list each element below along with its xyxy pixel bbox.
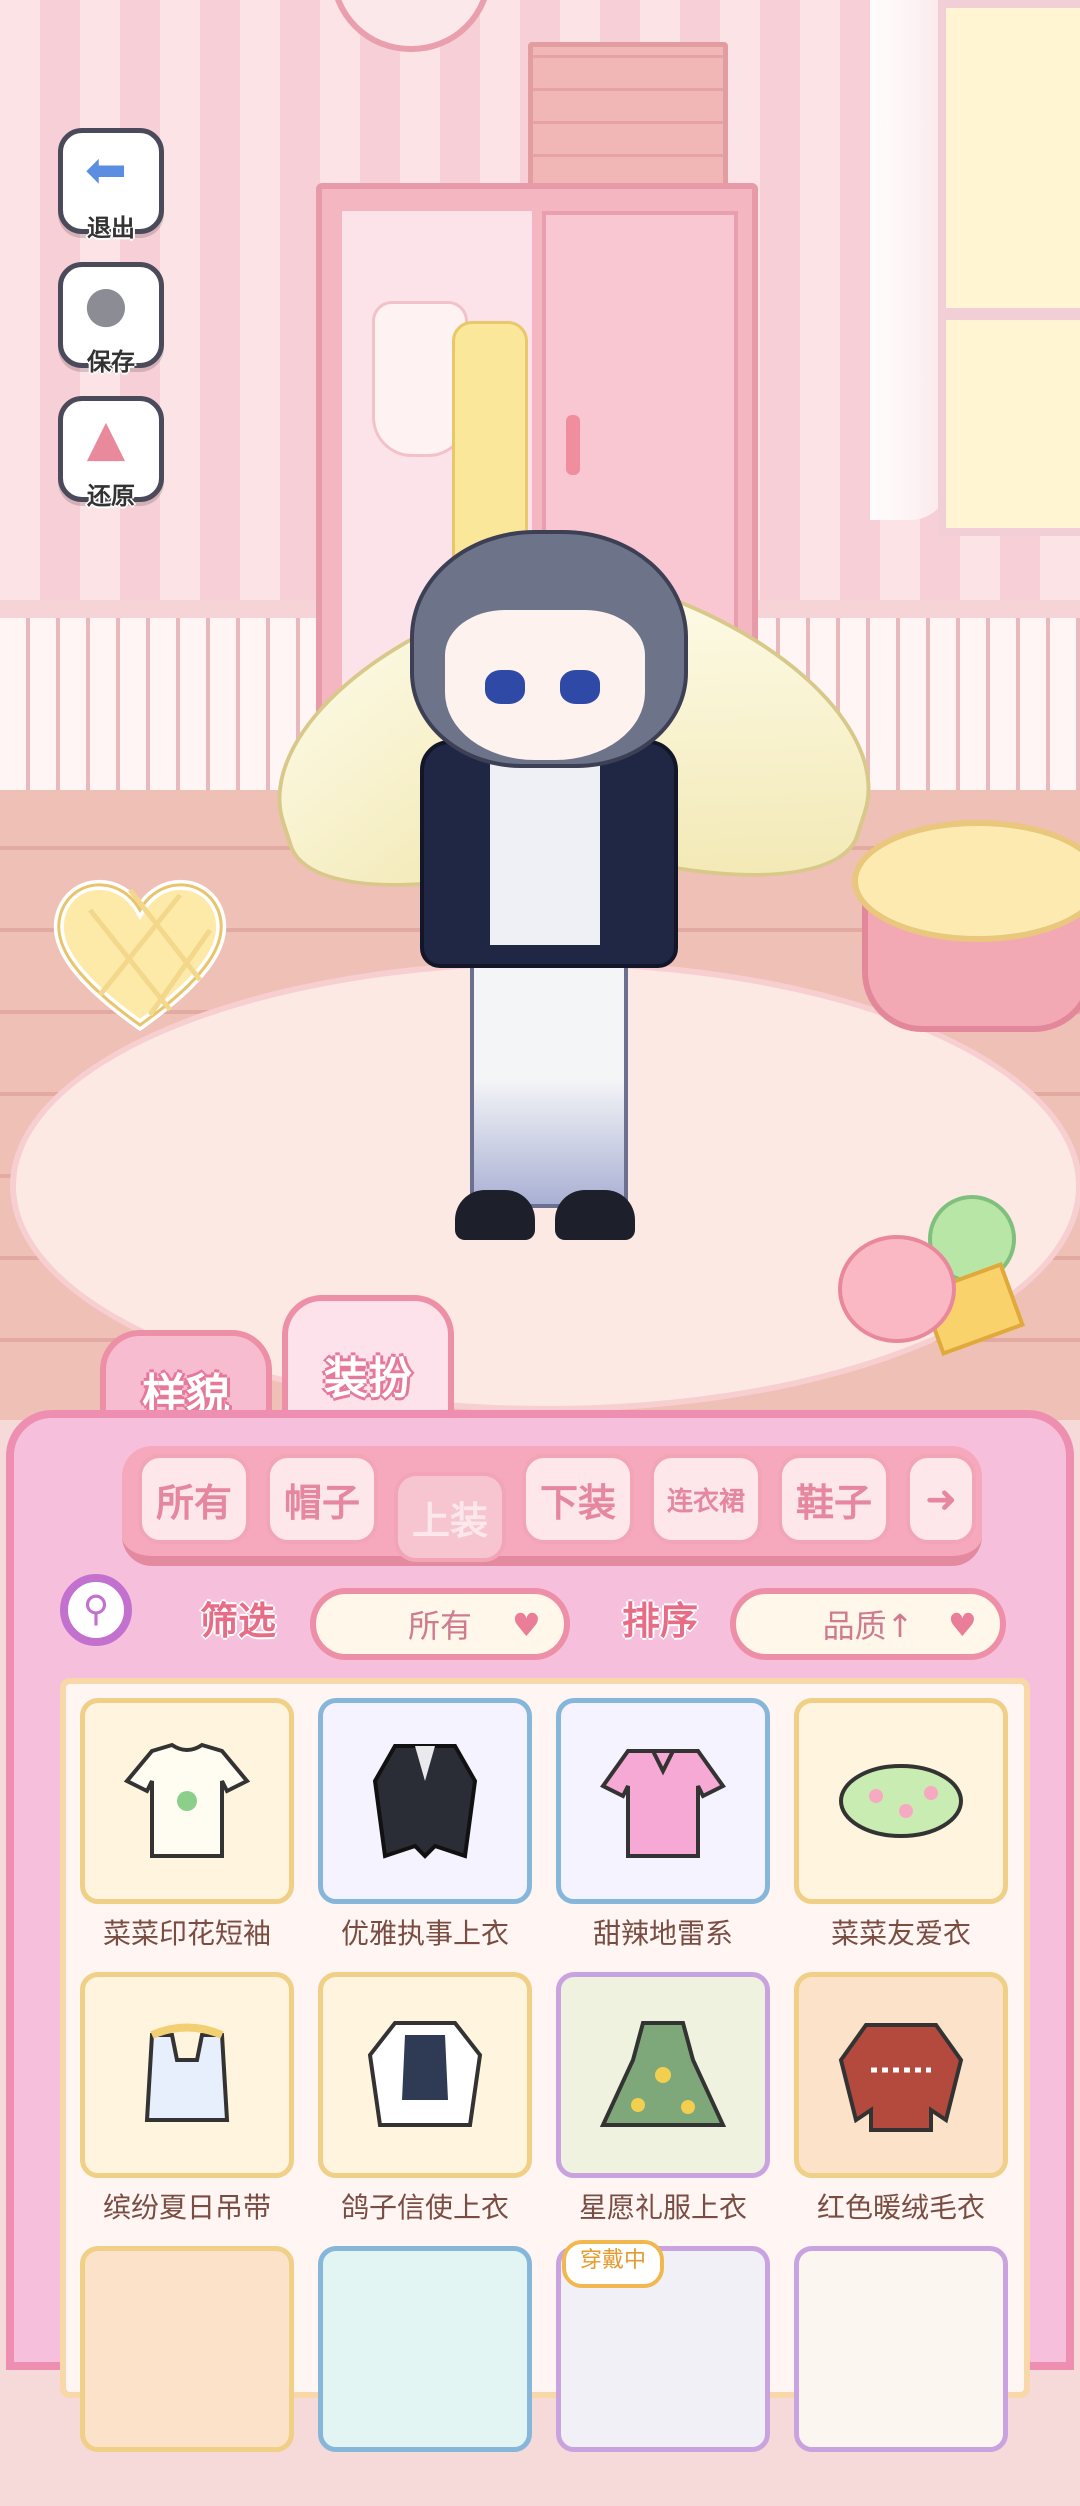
filter-label: 筛选 [200,1599,277,1643]
category-bottoms[interactable]: 下装 [522,1454,634,1544]
item-card[interactable]: 鸽子信使上衣 [318,1972,532,2232]
category-dresses[interactable]: 连衣裙 [650,1454,762,1544]
exit-arrow-icon: ⬅ [85,141,127,199]
tab-appearance[interactable]: 样貌 [100,1330,272,1420]
sort-dropdown[interactable]: 品质↑ ♥ [730,1588,1006,1660]
save-button[interactable]: ● 保存 [58,262,164,376]
window [938,0,1080,536]
green-gown-icon [599,2021,727,2127]
next-arrow-icon[interactable]: ➜ [906,1454,976,1544]
right-eye [560,670,600,704]
item-card[interactable]: 优雅执事上衣 [318,1698,532,1958]
item-card[interactable]: 缤纷夏日吊带 [80,1972,294,2232]
red-sweater-icon [838,2023,964,2132]
category-shoes[interactable]: 鞋子 [778,1454,890,1544]
item-card[interactable]: 红色暖绒毛衣 [794,1972,1008,2232]
character-face [445,610,645,760]
item-card[interactable] [318,2246,532,2506]
heart-dropdown-icon: ♥ [512,1606,541,1644]
heart-cushion [53,879,227,1032]
tab-dressup[interactable]: 装扮 [282,1295,454,1420]
pouf-stool [852,820,1080,1032]
character-sticker-icon[interactable] [838,1195,1025,1356]
category-all[interactable]: 所有 [138,1454,250,1544]
item-card[interactable]: 穿戴中 [556,2240,770,2506]
item-card[interactable]: 菜菜印花短袖 [80,1698,294,1958]
clothes-pile-icon: ▲ [86,409,126,467]
item-card[interactable] [80,2246,294,2506]
item-card[interactable] [794,2246,1008,2506]
category-bar: 所有 帽子 上装 下装 连衣裙 鞋子 ➜ [122,1446,982,1566]
character-pants [470,950,628,1208]
filter-dropdown[interactable]: 所有 ♥ [310,1588,570,1660]
room-scene: ⬅ 退出 ● 保存 ▲ 还原 样貌 装扮 [0,0,1080,1420]
wearing-badge: 穿戴中 [562,2240,665,2288]
storage-boxes [528,42,728,192]
wall-clock [330,0,492,52]
hamster-icon: ● [84,275,128,333]
item-card[interactable]: 菜菜友爱衣 [794,1698,1008,1958]
heart-dropdown-icon: ♥ [948,1606,977,1644]
pink-blouse-icon [600,1749,726,1858]
character-shirt [490,745,600,945]
category-hats[interactable]: 帽子 [266,1454,378,1544]
summer-camisole-icon [144,2023,230,2122]
item-card[interactable]: 甜辣地雷系 [556,1698,770,1958]
flower-garland-icon [839,1764,963,1838]
category-tops[interactable]: 上装 [394,1472,506,1562]
item-grid: 菜菜印花短袖 优雅执事上衣 甜辣地雷系 菜菜友爱衣 缤纷夏日吊带 鸽子信使上衣 … [60,1678,1030,2452]
search-icon[interactable]: ⚲ [60,1574,132,1646]
wardrobe-panel: 所有 帽子 上装 下装 连衣裙 鞋子 ➜ ⚲ 筛选 所有 ♥ 排序 品质↑ ♥ … [6,1410,1074,2452]
restore-button[interactable]: ▲ 还原 [58,396,164,510]
player-character[interactable] [236,510,912,1240]
item-card[interactable]: 星愿礼服上衣 [556,1972,770,2232]
messenger-dress-icon [367,2021,483,2127]
left-eye [485,670,525,704]
sort-label: 排序 [622,1599,699,1643]
black-tailcoat-icon [372,1744,478,1859]
exit-button[interactable]: ⬅ 退出 [58,128,164,242]
left-shoe [455,1190,535,1240]
right-shoe [555,1190,635,1240]
white-tshirt-icon [123,1742,251,1858]
